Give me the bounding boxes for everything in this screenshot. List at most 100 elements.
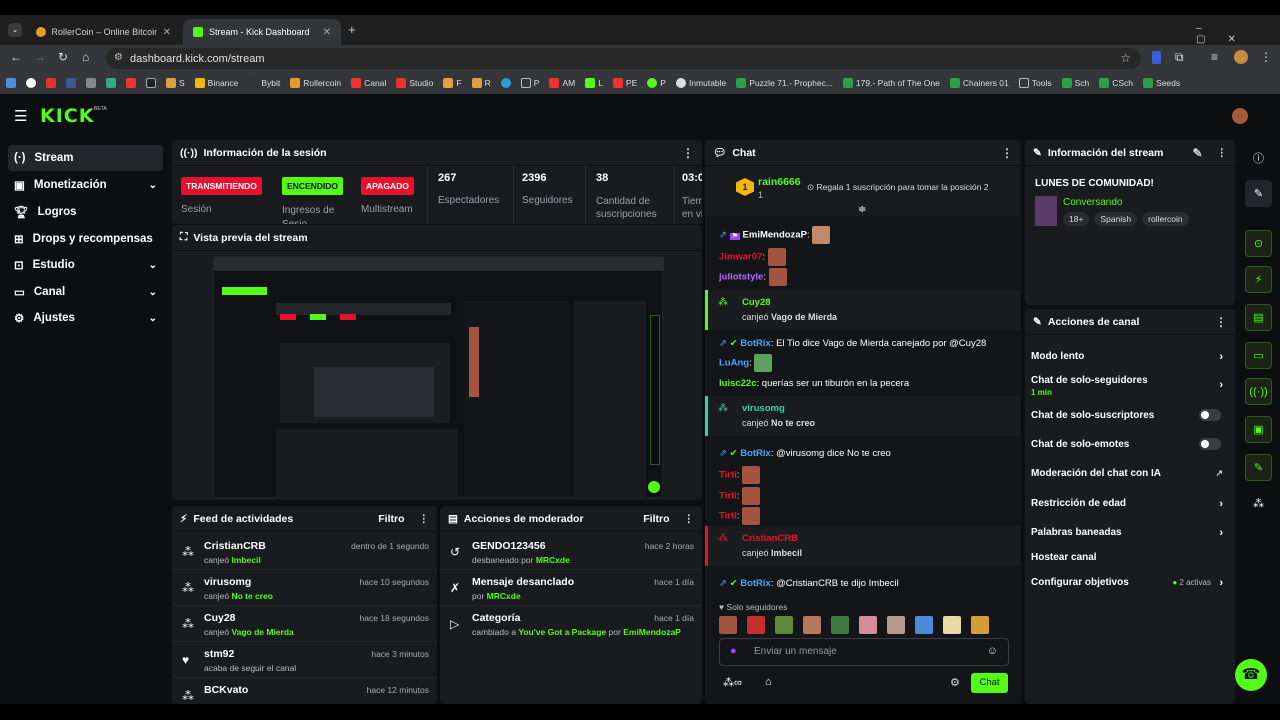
send-chat-button[interactable]: Chat — [971, 673, 1008, 693]
bookmark[interactable] — [46, 78, 56, 88]
action-subscribers-only[interactable]: Chat de solo-suscriptores — [1025, 409, 1235, 426]
sidebar-item-achievements[interactable]: 🏆︎ Logros — [8, 199, 163, 225]
bookmark-binance[interactable]: Binance — [194, 78, 238, 88]
edit-icon[interactable]: ✎ — [1245, 180, 1272, 207]
new-tab-icon[interactable]: + — [348, 22, 356, 37]
list-item[interactable]: ↺ GENDO123456 desbaneado por MRCxde hace 2 … — [440, 534, 702, 570]
tab-rollercoin[interactable]: RollerCoin – Online Bitcoin Mini ✕ — [26, 19, 181, 45]
bookmark[interactable]: P — [520, 78, 539, 88]
more-options-icon[interactable]: ⋮ — [419, 513, 430, 525]
gear-icon[interactable]: ⚙ — [950, 676, 960, 689]
sidebar-item-settings[interactable]: ⚙ Ajustes ⌄ — [8, 305, 163, 331]
emote-icon[interactable] — [719, 616, 737, 634]
category-name[interactable]: Conversando — [1063, 197, 1122, 208]
site-info-icon[interactable]: ⚙ — [114, 52, 123, 63]
chat-icon[interactable]: ▭ — [1245, 342, 1272, 369]
emote-icon[interactable] — [943, 616, 961, 634]
close-icon[interactable]: ✕ — [323, 27, 331, 38]
points-icon[interactable]: ⁂∞ — [723, 676, 742, 689]
bookmark[interactable]: P — [647, 78, 666, 88]
bookmark[interactable] — [126, 78, 136, 88]
emote-icon[interactable] — [887, 616, 905, 634]
chat-username[interactable]: BotRix — [740, 338, 771, 349]
media-icon[interactable]: ≡ — [1211, 50, 1218, 64]
bookmark[interactable] — [66, 78, 76, 88]
chat-username[interactable]: Tirti — [719, 470, 737, 481]
camera-icon[interactable]: ⊙ — [1245, 230, 1272, 257]
more-options-icon[interactable]: ⋮ — [1001, 146, 1013, 160]
window-controls[interactable]: –▢✕ — [1196, 23, 1280, 45]
home-icon[interactable]: ⌂ — [82, 50, 89, 64]
user-avatar[interactable] — [1232, 108, 1248, 124]
filter-button[interactable]: Filtro — [643, 513, 669, 525]
chat-username[interactable]: Tirti — [719, 491, 737, 502]
back-icon[interactable]: ← — [10, 50, 22, 64]
chat-input[interactable]: ● Enviar un mensaje ☺ — [719, 638, 1009, 666]
tab-kick-dashboard[interactable]: Stream - Kick Dashboard ✕ — [183, 19, 341, 45]
list-item[interactable]: ⁂ CristianCRB canjeó Imbecil dentro de 1 se… — [172, 534, 437, 570]
chat-username[interactable]: Cuy28 — [742, 297, 771, 308]
emote-icon[interactable] — [775, 616, 793, 634]
bookmark-puzzle[interactable]: Puzzle 71.- Prophec... — [736, 78, 833, 88]
bookmark[interactable] — [106, 78, 116, 88]
chat-message[interactable]: juliotstyle: — [719, 268, 787, 286]
menu-icon[interactable]: ⋮ — [1260, 50, 1272, 64]
sidebar-item-studio[interactable]: ⊡ Estudio ⌄ — [8, 252, 163, 278]
emote-icon[interactable] — [803, 616, 821, 634]
chat-message[interactable]: Tirti: — [719, 487, 761, 505]
chat-message[interactable]: ⇗ ⚑ EmiMendozaP: — [719, 226, 831, 244]
bookmark-rollercoin[interactable]: Rollercoin — [290, 78, 341, 88]
bookmark-sch[interactable]: Sch — [1061, 78, 1089, 88]
chat-username[interactable]: CristianCRB — [742, 533, 798, 544]
more-options-icon[interactable]: ⋮ — [682, 146, 694, 160]
bookmark[interactable]: S — [166, 78, 185, 88]
chat-username[interactable]: juliotstyle — [719, 272, 763, 283]
info-icon[interactable]: ⓘ — [1245, 144, 1272, 171]
sidebar-item-stream[interactable]: (·) Stream — [8, 145, 163, 171]
broadcast-icon[interactable]: ((·)) — [1245, 378, 1272, 405]
bookmark[interactable]: PE — [612, 78, 637, 88]
chat-username[interactable]: BotRix — [740, 578, 771, 589]
url-field[interactable]: ⚙ dashboard.kick.com/stream ☆ — [106, 48, 1141, 69]
list-item[interactable]: ✗ Mensaje desanclado por MRCxde hace 1 día — [440, 570, 702, 606]
bookmark[interactable]: R — [471, 78, 491, 88]
filter-button[interactable]: Filtro — [378, 513, 404, 525]
extension-icon[interactable] — [1152, 51, 1161, 64]
chat-username[interactable]: BotRix — [740, 448, 771, 459]
chat-message[interactable]: Tirti: — [719, 466, 761, 484]
stream-preview-video[interactable] — [213, 256, 664, 498]
puzzle-icon[interactable]: ⧉ — [1175, 50, 1184, 65]
bookmark[interactable]: AM — [549, 78, 575, 88]
profile-avatar[interactable] — [1234, 50, 1248, 64]
toggle-switch[interactable] — [1199, 409, 1221, 421]
bookmark[interactable] — [6, 78, 16, 88]
chat-username[interactable]: luisc22c — [719, 378, 757, 389]
emote-icon[interactable] — [859, 616, 877, 634]
notes-icon[interactable]: ▤ — [1245, 304, 1272, 331]
kick-logo[interactable]: KICK — [40, 105, 94, 127]
chat-message[interactable]: LuAng: — [719, 354, 773, 372]
store-icon[interactable]: ⌂ — [765, 676, 772, 688]
support-button[interactable]: ☎ — [1235, 659, 1267, 691]
tag[interactable]: Spanish — [1094, 212, 1138, 226]
bookmark[interactable] — [146, 78, 156, 88]
chat-message[interactable]: Jimwar07: — [719, 248, 786, 266]
chat-message[interactable]: Tirti: — [719, 507, 761, 525]
sidebar-item-drops[interactable]: ⊞ Drops y recompensas — [8, 226, 163, 252]
microphone-icon[interactable]: ● — [730, 645, 737, 657]
bookmark[interactable]: F — [443, 78, 462, 88]
list-item[interactable]: ⁂ BCKvato hace 12 minutos — [172, 678, 437, 704]
bookmark[interactable] — [86, 78, 96, 88]
forward-icon[interactable]: → — [34, 50, 46, 64]
bookmark[interactable]: L — [585, 78, 603, 88]
chat-username[interactable]: EmiMendozaP — [743, 230, 807, 241]
sidebar-item-channel[interactable]: ▭ Canal ⌄ — [8, 279, 163, 305]
bookmark-studio[interactable]: Studio — [396, 78, 433, 88]
toggle-switch[interactable] — [1199, 438, 1221, 450]
bookmark-canal[interactable]: Canal — [351, 78, 386, 88]
emoji-icon[interactable]: ☺ — [987, 645, 998, 657]
emote-icon[interactable] — [747, 616, 765, 634]
bookmark-csch[interactable]: CSch — [1099, 78, 1133, 88]
action-slow-mode[interactable]: Modo lento › — [1025, 351, 1235, 367]
emote-icon[interactable] — [831, 616, 849, 634]
